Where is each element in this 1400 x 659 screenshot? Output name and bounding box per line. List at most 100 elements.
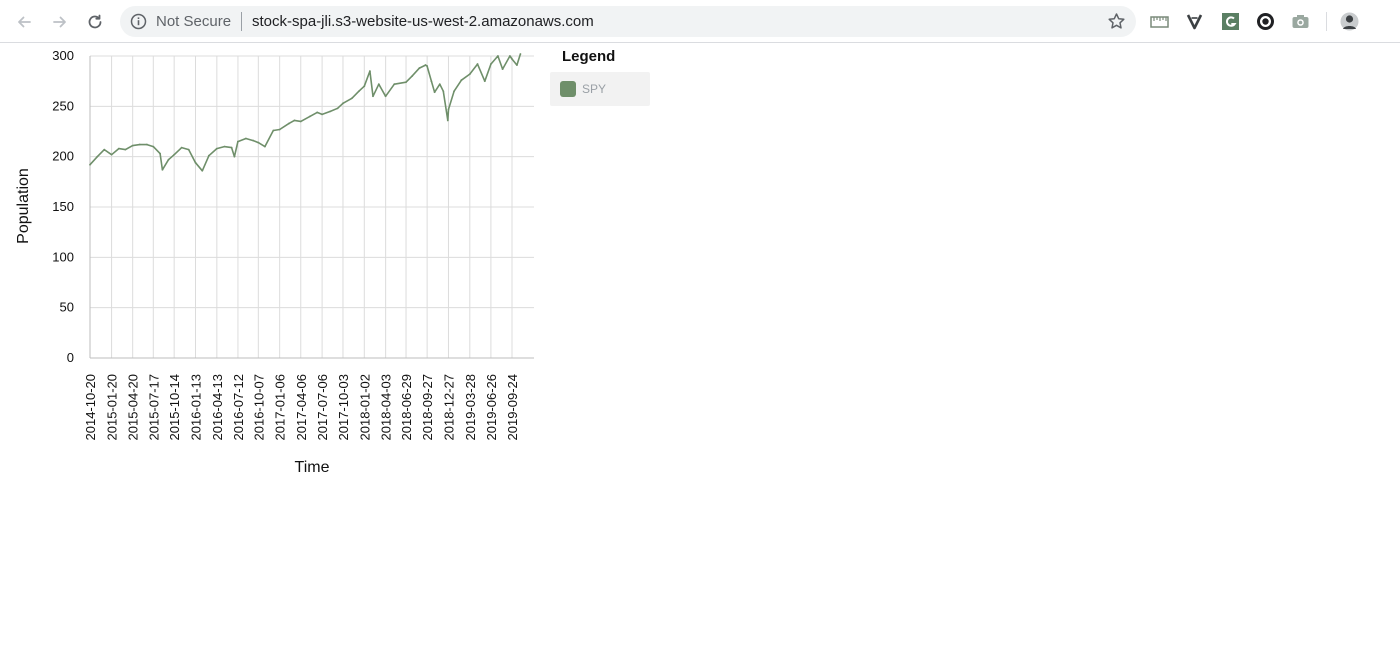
data-point	[369, 70, 371, 72]
x-tick-label: 2017-04-06	[294, 374, 309, 441]
profile-avatar-icon[interactable]	[1340, 12, 1359, 31]
data-point	[501, 68, 504, 70]
x-tick-label: 2018-09-27	[420, 374, 435, 441]
data-point	[460, 79, 463, 82]
data-point	[161, 168, 164, 171]
y-axis-label: Population	[15, 168, 32, 244]
legend-item-spy[interactable]: SPY	[550, 72, 650, 106]
data-point	[96, 155, 99, 158]
address-bar[interactable]: Not Secure stock-spa-jli.s3-website-us-w…	[120, 6, 1136, 37]
data-point	[447, 108, 450, 111]
chart-axes: 0 50 100 150 200 250 300 2014-10-20 2015-01-20 20…	[52, 48, 534, 441]
data-point	[336, 107, 339, 110]
data-point	[187, 148, 190, 151]
data-point	[159, 152, 161, 155]
data-point	[519, 53, 522, 55]
y-tick-label: 50	[60, 300, 74, 315]
data-point	[288, 122, 290, 125]
data-point	[138, 143, 141, 146]
chart-grid	[89, 55, 534, 359]
reload-icon[interactable]	[83, 10, 107, 34]
x-tick-label: 2016-10-07	[251, 374, 266, 441]
data-point	[438, 83, 441, 86]
ruler-extension-icon[interactable]	[1150, 12, 1169, 31]
y-tick-label: 200	[52, 149, 74, 164]
data-point	[350, 97, 353, 100]
data-point	[384, 95, 387, 98]
data-point	[233, 155, 236, 158]
data-point	[468, 73, 471, 76]
data-point	[131, 144, 134, 147]
data-point	[272, 129, 275, 132]
data-point	[490, 63, 492, 65]
data-point	[146, 143, 148, 146]
data-point	[508, 55, 511, 57]
browser-toolbar: Not Secure stock-spa-jli.s3-website-us-w…	[0, 0, 1400, 43]
x-tick-label: 2018-06-29	[399, 374, 414, 441]
y-tick-label: 300	[52, 48, 74, 63]
x-tick-label: 2019-06-26	[484, 374, 499, 441]
x-tick-label: 2015-04-20	[126, 374, 141, 441]
x-tick-label: 2015-07-17	[146, 374, 161, 441]
toolbar-divider	[1326, 12, 1327, 31]
data-point	[342, 102, 344, 105]
legend-swatch	[560, 81, 576, 97]
data-point	[453, 90, 455, 93]
data-point	[411, 75, 414, 78]
x-tick-label: 2014-10-20	[83, 374, 98, 441]
data-point	[180, 146, 183, 149]
data-point	[483, 80, 486, 83]
data-point	[358, 90, 360, 93]
x-tick-label: 2018-01-02	[357, 374, 372, 441]
data-point	[426, 65, 429, 67]
data-point	[377, 83, 380, 86]
data-point	[252, 139, 255, 142]
privacy-extension-icon[interactable]	[1256, 12, 1275, 31]
data-point	[293, 119, 296, 122]
chart-legend: Legend SPY	[550, 48, 650, 106]
data-point	[117, 147, 120, 150]
omnibox-divider	[241, 12, 242, 31]
data-point	[321, 113, 323, 116]
y-tick-label: 250	[52, 98, 74, 113]
x-tick-label: 2016-07-12	[231, 374, 246, 441]
data-point	[110, 153, 113, 156]
security-label[interactable]: Not Secure	[156, 13, 231, 30]
data-point	[329, 110, 332, 113]
legend-item-label: SPY	[582, 82, 607, 96]
data-point	[230, 146, 233, 149]
data-point	[173, 153, 176, 156]
x-tick-label: 2017-07-06	[315, 374, 330, 441]
x-tick-label: 2019-09-24	[505, 374, 520, 441]
vimium-extension-icon[interactable]	[1185, 12, 1204, 31]
x-axis-label: Time	[295, 459, 330, 476]
data-point	[442, 90, 445, 93]
bookmark-star-icon[interactable]	[1107, 12, 1126, 31]
grammarly-extension-icon[interactable]	[1221, 12, 1240, 31]
data-point	[223, 145, 226, 148]
info-icon[interactable]	[130, 13, 147, 30]
chart-series	[89, 53, 522, 172]
data-point	[103, 148, 106, 151]
data-point	[152, 145, 155, 148]
x-tick-label: 2016-04-13	[210, 374, 225, 441]
back-arrow-icon[interactable]	[12, 10, 36, 34]
data-point	[497, 55, 499, 57]
x-tick-label: 2018-04-03	[379, 374, 394, 441]
data-point	[299, 120, 302, 123]
data-point	[405, 81, 407, 84]
data-point	[372, 95, 374, 98]
forward-arrow-icon[interactable]	[48, 10, 72, 34]
data-point	[194, 161, 197, 164]
url-text[interactable]: stock-spa-jli.s3-website-us-west-2.amazo…	[252, 13, 594, 30]
x-tick-label: 2018-12-27	[441, 374, 456, 441]
data-point	[424, 64, 427, 66]
x-tick-label: 2015-10-14	[167, 374, 182, 441]
line-chart: 0 50 100 150 200 250 300 2014-10-20 2015-01-20 20…	[15, 48, 534, 476]
data-point	[430, 80, 433, 83]
data-point	[309, 115, 311, 118]
data-point	[167, 158, 170, 161]
legend-title: Legend	[562, 48, 616, 65]
camera-extension-icon[interactable]	[1291, 12, 1310, 31]
x-tick-label: 2019-03-28	[463, 374, 478, 441]
